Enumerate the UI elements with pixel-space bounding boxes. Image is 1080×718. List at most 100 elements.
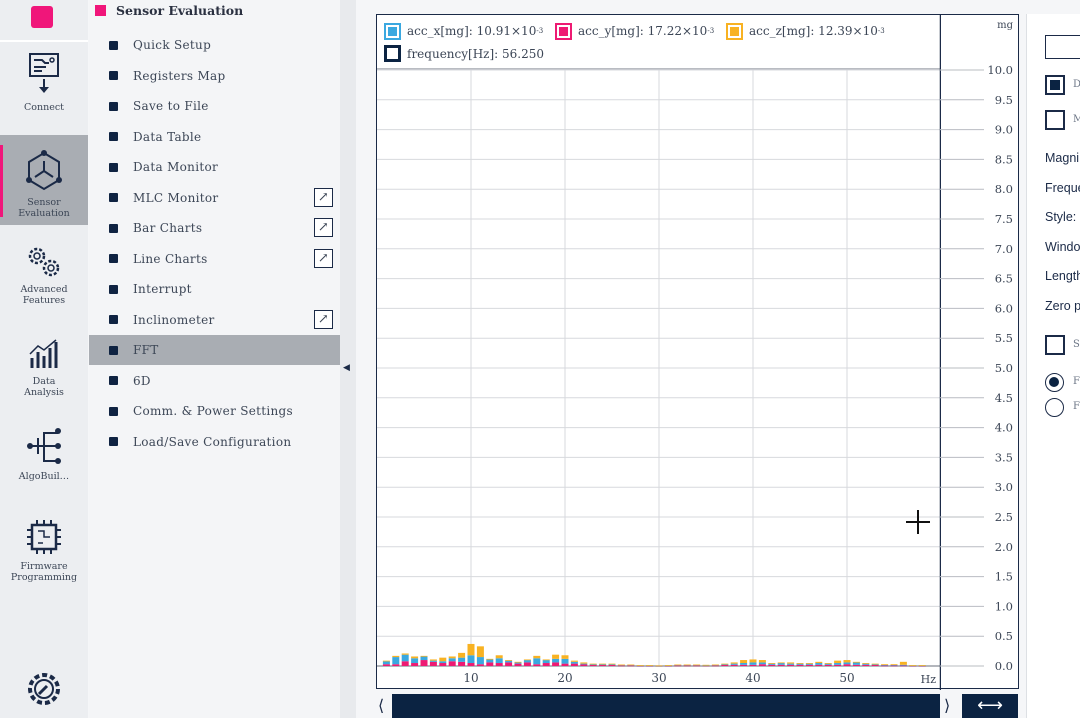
y-tick-label: 6.5 — [995, 272, 1013, 286]
bar-acc_z — [824, 663, 832, 664]
checkbox-s[interactable] — [1045, 335, 1065, 355]
legend-acc-y-exp: -3 — [707, 27, 715, 35]
y-tick-label: 0.0 — [995, 659, 1013, 673]
bar-acc_z — [740, 660, 748, 664]
legend-acc-y[interactable]: acc_y[mg]: 17.22×10 -3 — [554, 20, 715, 42]
bar-acc_x — [476, 657, 484, 665]
bar-acc_y — [758, 664, 766, 666]
bar-acc_x — [561, 658, 569, 664]
menu-item-inclinometer[interactable]: Inclinometer ↗ — [89, 305, 340, 335]
bar-acc_y — [815, 664, 823, 666]
menu-item-data-monitor[interactable]: Data Monitor — [89, 152, 340, 182]
bar-acc_x — [439, 661, 447, 664]
scroll-right-button[interactable]: ⟩ — [944, 696, 950, 715]
menu-item-data-table[interactable]: Data Table — [89, 122, 340, 152]
bullet-icon — [109, 284, 118, 294]
bullet-icon — [109, 315, 118, 324]
menu-item-registers-map[interactable]: Registers Map — [89, 61, 340, 91]
radio-1[interactable] — [1045, 373, 1064, 392]
bullet-icon — [109, 254, 118, 263]
settings-button[interactable] — [0, 670, 88, 710]
legend-acc-z-exp: -3 — [877, 27, 885, 35]
bar-acc_z — [476, 646, 484, 658]
checkbox-m[interactable] — [1045, 110, 1065, 130]
menu-item-fft[interactable]: FFT — [89, 335, 340, 365]
rail-item-sensor-evaluation[interactable]: Sensor Evaluation — [0, 135, 88, 225]
checkbox-s-label: S — [1073, 339, 1080, 350]
fft-chart[interactable]: 10 20 30 40 50 Hz 0.0 0.5 1.0 1.5 2.0 2.5 3.0 3.5 4.0… — [376, 14, 1019, 690]
collapse-menu-handle[interactable]: ◀ — [340, 0, 356, 718]
open-external-icon[interactable]: ↗ — [314, 218, 333, 237]
bar-acc_z — [674, 664, 682, 666]
bar-acc_y — [495, 663, 503, 666]
menu-item-save-to-file[interactable]: Save to File — [89, 91, 340, 121]
bar-acc_y — [805, 664, 813, 666]
bar-acc_x — [834, 663, 842, 665]
legend-acc-x[interactable]: acc_x[mg]: 10.91×10 -3 — [384, 20, 543, 42]
legend-acc-z[interactable]: acc_z[mg]: 12.39×10 -3 — [725, 20, 885, 42]
radio-2-label: F — [1073, 401, 1080, 412]
open-external-icon[interactable]: ↗ — [314, 248, 333, 268]
bar-acc_z — [617, 664, 625, 666]
bar-acc_z — [787, 662, 795, 664]
bar-acc_z — [514, 661, 522, 663]
legend-frequency[interactable]: frequency[Hz]: 56.250 — [384, 43, 544, 65]
y-tick-label: 0.5 — [995, 629, 1013, 643]
scroll-left-button[interactable]: ⟨ — [378, 696, 384, 715]
bar-acc_y — [514, 663, 522, 666]
menu-item-mlc-monitor[interactable]: MLC Monitor ↗ — [89, 183, 340, 213]
y-tick-label: 3.0 — [995, 480, 1013, 494]
bullet-icon — [109, 223, 118, 233]
x-tick-label: 50 — [839, 671, 854, 685]
menu-item-line-charts[interactable]: Line Charts ↗ — [89, 244, 340, 274]
legend-acc-z-text: acc_z[mg]: 12.39×10 — [748, 24, 878, 38]
bar-acc_y — [580, 664, 588, 666]
open-external-icon[interactable]: ↗ — [314, 187, 333, 207]
bar-acc_y — [467, 663, 475, 666]
bar-acc_y — [476, 664, 484, 666]
bar-acc_y — [834, 664, 842, 666]
rail-item-algobuilder[interactable]: AlgoBuil… — [0, 425, 88, 515]
radio-2[interactable] — [1045, 398, 1064, 417]
menu-item-label: Load/Save Configuration — [133, 434, 292, 449]
bar-acc_y — [542, 663, 550, 666]
rail-item-firmware-programming[interactable]: Firmware Programming — [0, 517, 88, 607]
bar-acc_x — [749, 662, 757, 665]
bar-acc_z — [533, 655, 541, 659]
length-label: Length — [1045, 269, 1080, 283]
bar-acc_z — [796, 663, 804, 664]
menu-item-comm-power-settings[interactable]: Comm. & Power Settings — [89, 396, 340, 426]
bar-acc_z — [834, 660, 842, 664]
checkbox-d[interactable] — [1045, 75, 1065, 95]
rail-label: Firmware Programming — [10, 561, 78, 583]
rail-item-advanced-features[interactable]: Advanced Features — [0, 244, 88, 334]
bar-acc_x — [429, 660, 437, 662]
bullet-icon — [109, 437, 118, 446]
menu-item-quick-setup[interactable]: Quick Setup — [89, 30, 340, 60]
horizontal-scrollbar[interactable] — [392, 694, 940, 718]
bullet-icon — [109, 132, 118, 141]
menu-item-interrupt[interactable]: Interrupt — [89, 274, 340, 304]
bar-acc_y — [852, 664, 860, 666]
fft-plot-area[interactable]: 10 20 30 40 50 Hz — [377, 15, 941, 690]
bar-acc_x — [758, 662, 766, 665]
menu-item-label: Data Monitor — [133, 160, 219, 174]
rail-item-connect[interactable]: Connect — [0, 52, 88, 142]
rail-item-data-analysis[interactable]: Data Analysis — [0, 336, 88, 426]
menu-item-label: Registers Map — [133, 68, 226, 83]
menu-item-load-save-configuration[interactable]: Load/Save Configuration — [89, 427, 340, 457]
chart-legend: acc_x[mg]: 10.91×10 -3 acc_y[mg]: 17.22×1… — [384, 20, 893, 65]
x-tick-label: 40 — [745, 671, 760, 685]
menu-item-bar-charts[interactable]: Bar Charts ↗ — [89, 213, 340, 243]
fit-width-button[interactable]: ⟷ — [962, 694, 1018, 718]
bar-acc_y — [439, 663, 447, 666]
settings-input[interactable] — [1045, 35, 1080, 59]
bar-acc_z — [758, 660, 766, 663]
legend-acc-x-exp: -3 — [536, 27, 544, 35]
open-external-icon[interactable]: ↗ — [314, 309, 333, 329]
bar-acc_x — [458, 657, 466, 662]
menu-item-6d[interactable]: 6D — [89, 366, 340, 396]
bar-acc_z — [918, 665, 926, 666]
menu-item-label: Save to File — [133, 99, 209, 113]
bar-acc_z — [411, 656, 419, 659]
